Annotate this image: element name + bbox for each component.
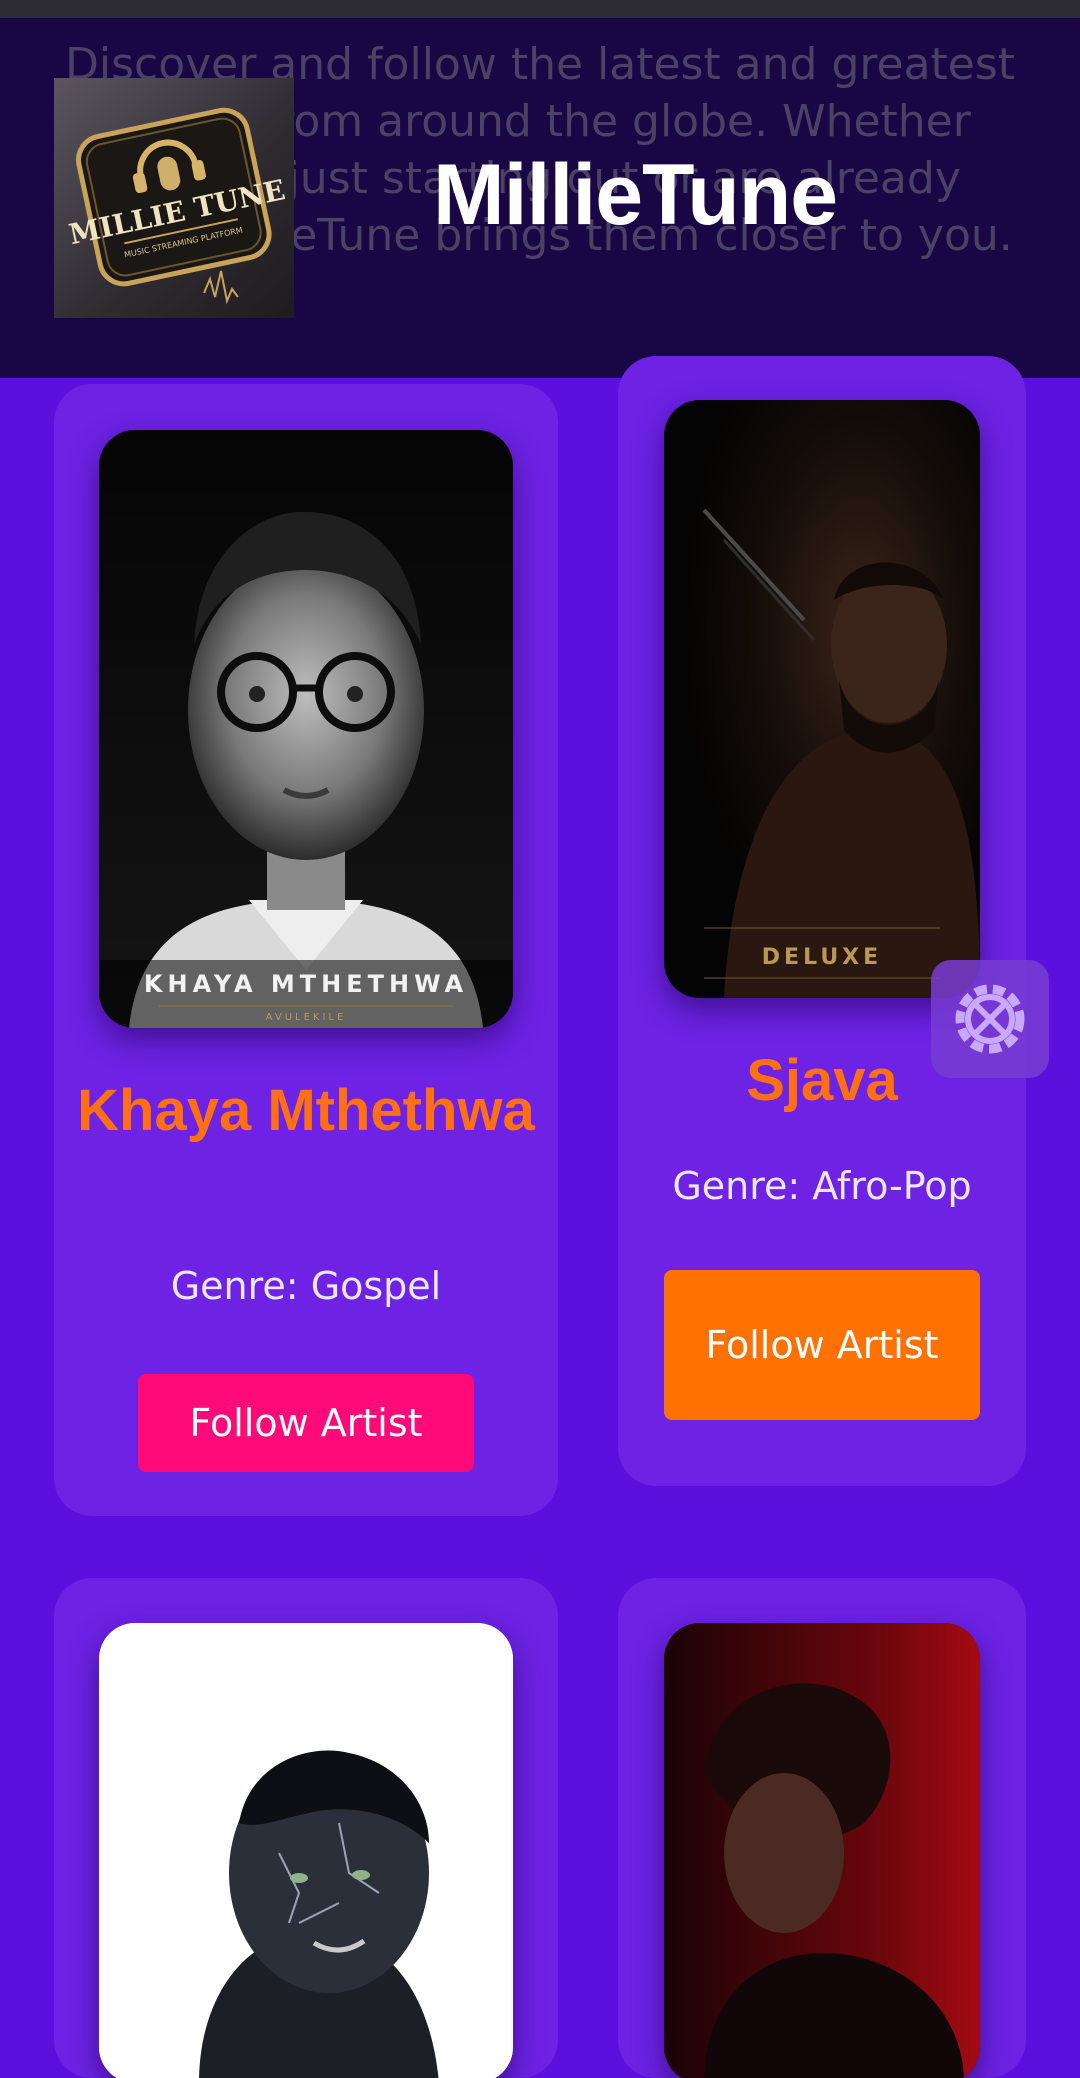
- artist-name: Khaya Mthethwa: [77, 1078, 535, 1143]
- artist-card: [54, 1578, 558, 2078]
- settings-tools-icon: [955, 984, 1025, 1054]
- page-header: Discover and follow the latest and great…: [0, 18, 1080, 378]
- settings-tools-button[interactable]: [931, 960, 1049, 1078]
- status-bar: [0, 0, 1080, 18]
- brand-title: MillieTune: [433, 147, 838, 243]
- logo-image: MILLIE TUNE MUSIC STREAMING PLATFORM: [66, 107, 288, 305]
- artist-photo[interactable]: KHAYA MTHETHWA AVULEKILE: [99, 430, 513, 1028]
- cover-subtitle-text: AVULEKILE: [266, 1012, 347, 1023]
- cover-title-text: DELUXE: [762, 945, 882, 970]
- artist-cover-image: [664, 1623, 980, 2078]
- artist-cover-image: [99, 1623, 513, 2078]
- artist-cover-image: KHAYA MTHETHWA AVULEKILE: [99, 430, 513, 1028]
- artist-cover-image: DELUXE: [664, 400, 980, 998]
- artist-card: KHAYA MTHETHWA AVULEKILE Khaya Mthethwa …: [54, 384, 558, 1516]
- artist-photo[interactable]: DELUXE: [664, 400, 980, 998]
- artist-photo[interactable]: [99, 1623, 513, 2078]
- millietune-logo[interactable]: MILLIE TUNE MUSIC STREAMING PLATFORM: [54, 78, 294, 318]
- artist-photo[interactable]: [664, 1623, 980, 2078]
- artist-genre: Genre: Afro-Pop: [672, 1164, 972, 1208]
- artist-genre: Genre: Gospel: [170, 1264, 442, 1308]
- artist-card: [618, 1578, 1026, 2078]
- cover-title-text: KHAYA MTHETHWA: [144, 970, 468, 998]
- follow-artist-button[interactable]: Follow Artist: [664, 1270, 980, 1420]
- follow-artist-button[interactable]: Follow Artist: [138, 1374, 474, 1472]
- artist-card: DELUXE Sjava Genre: Afro-Pop Follow Arti…: [618, 356, 1026, 1486]
